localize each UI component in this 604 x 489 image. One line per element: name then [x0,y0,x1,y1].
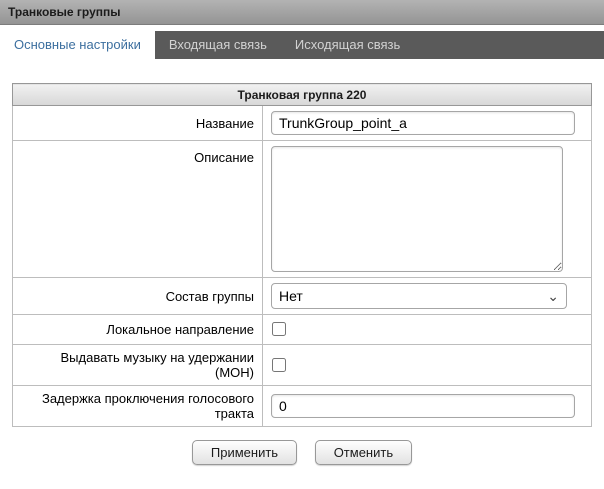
window-title-bar: Транковые группы [0,0,604,25]
page-title: Транковые группы [8,5,121,19]
voice-path-delay-label: Задержка проключения голосового тракта [13,386,263,427]
name-input[interactable] [271,111,575,135]
table-row-moh: Выдавать музыку на удержании (MOH) [13,345,592,386]
moh-label: Выдавать музыку на удержании (MOH) [13,345,263,386]
description-label: Описание [13,141,263,278]
name-label: Название [13,106,263,141]
tab-basic-settings[interactable]: Основные настройки [0,31,155,59]
tab-incoming-link[interactable]: Входящая связь [155,31,281,59]
table-row-description: Описание [13,141,592,278]
form-buttons: Применить Отменить [12,440,592,465]
voice-path-delay-input[interactable] [271,394,575,418]
description-textarea[interactable] [271,146,563,272]
form-header-row: Транковая группа 220 [13,84,592,106]
table-row-name: Название [13,106,592,141]
local-direction-checkbox[interactable] [272,322,286,336]
group-members-label: Состав группы [13,278,263,315]
tab-bar: Основные настройки Входящая связь Исходя… [0,31,604,59]
apply-button[interactable]: Применить [192,440,297,465]
cancel-button[interactable]: Отменить [315,440,412,465]
form-title: Транковая группа 220 [13,84,592,106]
main-content: Транковая группа 220 Название Описание С… [0,59,604,465]
table-row-group-members: Состав группы Нет ⌄ [13,278,592,315]
trunk-group-form: Транковая группа 220 Название Описание С… [12,83,592,427]
tab-outgoing-link[interactable]: Исходящая связь [281,31,414,59]
table-row-local-direction: Локальное направление [13,315,592,345]
moh-checkbox[interactable] [272,358,286,372]
group-members-select[interactable]: Нет [271,283,567,309]
table-row-voice-path-delay: Задержка проключения голосового тракта [13,386,592,427]
local-direction-label: Локальное направление [13,315,263,345]
